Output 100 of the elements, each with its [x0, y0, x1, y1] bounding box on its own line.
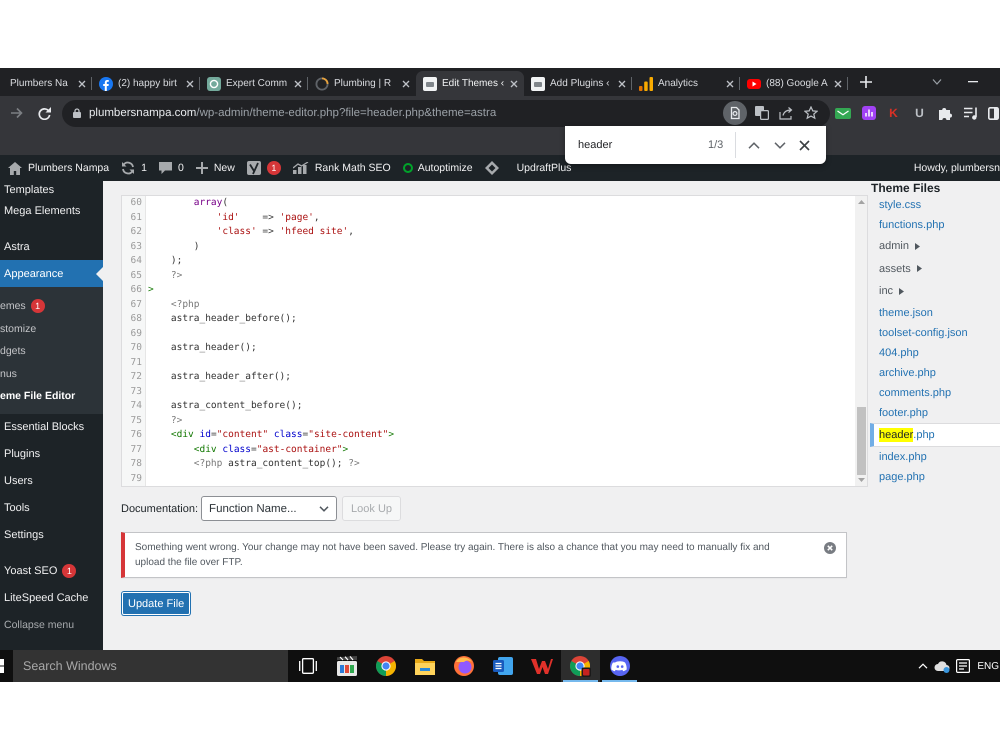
browser-tab[interactable]: Plumbers Na — [0, 71, 92, 96]
submenu-item[interactable]: stomize — [0, 318, 103, 340]
playlist-icon[interactable] — [964, 106, 978, 120]
scrollbar-track[interactable] — [855, 196, 867, 486]
chevron-up-icon[interactable] — [748, 142, 760, 148]
line-number: 61 — [122, 210, 146, 225]
code-line: <?php astra_content_top(); ?> — [194, 458, 360, 469]
logo-tile-icon[interactable] — [246, 161, 261, 175]
close-icon[interactable] — [510, 80, 518, 88]
share-icon[interactable] — [779, 106, 793, 120]
plugin-menu-link[interactable]: UpdraftPlus — [478, 155, 578, 181]
find-in-page-icon[interactable] — [723, 101, 747, 125]
file-link[interactable]: footer.php — [870, 402, 1000, 422]
scrollbar-thumb[interactable] — [856, 407, 866, 475]
search-field[interactable]: Search Windows — [13, 650, 288, 682]
close-icon[interactable] — [294, 80, 302, 88]
sidebar-menu-item[interactable]: LiteSpeed Cache — [0, 584, 103, 612]
side-panel-icon[interactable] — [988, 106, 999, 120]
line-number: 78 — [122, 457, 146, 472]
find-field[interactable]: header — [575, 135, 697, 155]
file-link[interactable]: archive.php — [870, 362, 1000, 382]
browser-icon — [570, 656, 591, 676]
chevron-down-icon[interactable] — [774, 142, 786, 148]
plus-icon[interactable] — [860, 76, 872, 88]
account-link[interactable]: Howdy, plumbersn — [908, 155, 1000, 181]
file-link[interactable]: toolset-config.json — [870, 322, 1000, 342]
submenu-item[interactable]: eme File Editor — [0, 385, 103, 408]
cloud-icon[interactable] — [934, 660, 950, 672]
file-link[interactable]: theme.json — [870, 302, 1000, 322]
sidebar-menu-item[interactable]: Appearance — [0, 260, 103, 287]
sidebar-menu-item[interactable]: Astra — [0, 233, 103, 260]
line-number: 62 — [122, 225, 146, 240]
comments-link[interactable]: 0 — [152, 155, 190, 181]
puzzle-icon[interactable] — [938, 106, 952, 120]
line-number: 76 — [122, 428, 146, 442]
forward-arrow-icon[interactable] — [11, 107, 23, 119]
close-icon[interactable] — [78, 80, 86, 88]
start-icon[interactable] — [0, 659, 4, 673]
site-name-link[interactable]: Plumbers Nampa — [2, 155, 116, 181]
function-select[interactable]: Function Name... — [201, 496, 338, 521]
chevron-down-icon — [319, 506, 330, 512]
browser-tab[interactable]: Plumbing | R — [308, 71, 416, 96]
envelope-icon[interactable] — [835, 106, 851, 120]
browser-tab[interactable]: Edit Themes ‹ — [416, 71, 524, 96]
folder-link[interactable]: assets — [870, 258, 1000, 280]
file-link[interactable]: page.php — [870, 466, 1000, 486]
plugin-menu-link[interactable]: Autoptimize — [396, 155, 479, 181]
close-icon[interactable] — [726, 80, 734, 88]
folder-link[interactable]: admin — [870, 235, 1000, 258]
close-icon[interactable] — [186, 80, 194, 88]
sidebar-menu-item[interactable]: Plugins — [0, 440, 103, 468]
updates-link[interactable]: 1 — [115, 155, 153, 181]
ring-logo-icon — [207, 76, 221, 90]
language-indicator[interactable]: ENG — [977, 660, 999, 672]
close-icon[interactable] — [402, 80, 410, 88]
sidebar-menu-item[interactable]: Settings — [0, 522, 103, 548]
submenu-item[interactable]: emes 1 — [0, 295, 103, 318]
browser-icon — [376, 656, 396, 676]
page-icon — [531, 76, 545, 90]
reload-icon[interactable] — [38, 106, 51, 120]
line-number: 65 — [122, 268, 146, 283]
file-link[interactable]: index.php — [870, 446, 1000, 466]
browser-tab[interactable]: Analytics — [632, 71, 740, 96]
chevron-down-icon[interactable] — [932, 79, 942, 85]
spinner-icon — [315, 76, 329, 90]
sidebar-menu-item[interactable]: Users — [0, 468, 103, 494]
close-icon[interactable] — [799, 140, 810, 150]
update-file-button[interactable]: Update File — [121, 591, 192, 616]
new-content-link[interactable]: New — [190, 155, 241, 181]
folder-link[interactable]: inc — [870, 280, 1000, 302]
browser-tab[interactable]: (88) Google A — [740, 71, 848, 96]
address-field[interactable]: plumbersnampa.com/wp-admin/theme-editor.php?file=header.php&theme=astra — [62, 100, 830, 126]
collapse-menu-link[interactable]: Collapse menu — [0, 612, 103, 638]
sidebar-menu-item[interactable]: Mega Elements — [0, 197, 103, 224]
chart-tile-icon[interactable] — [862, 106, 876, 120]
sidebar-menu-item[interactable]: Templates — [0, 181, 103, 197]
file-link[interactable]: functions.php — [870, 215, 1000, 235]
sidebar-menu-item[interactable]: Essential Blocks — [0, 414, 103, 440]
file-link[interactable]: style.css — [870, 195, 1000, 215]
status-ring-icon — [402, 163, 413, 173]
dismiss-icon[interactable] — [824, 542, 836, 554]
browser-tab[interactable]: (2) happy birt — [92, 71, 200, 96]
file-link[interactable]: comments.php — [870, 382, 1000, 402]
sidebar-menu-item[interactable]: Tools — [0, 494, 103, 522]
file-link[interactable]: 404.php — [870, 342, 1000, 362]
notification-icon[interactable] — [956, 659, 970, 673]
close-icon[interactable] — [834, 80, 842, 88]
submenu-item[interactable]: dgets — [0, 340, 103, 362]
document-app-icon — [492, 656, 512, 676]
taskbar-button[interactable] — [561, 650, 600, 682]
sidebar-menu-item[interactable]: Yoast SEO 1 — [0, 558, 103, 584]
star-icon[interactable] — [804, 106, 818, 120]
submenu-item[interactable]: nus — [0, 362, 103, 385]
browser-tab[interactable]: Add Plugins ‹ — [524, 71, 632, 96]
plugin-menu-link[interactable]: Rank Math SEO — [286, 155, 397, 181]
close-icon[interactable] — [618, 80, 626, 88]
letter-icon[interactable]: U — [915, 106, 924, 120]
browser-tab[interactable]: Expert Comm — [200, 71, 308, 96]
minimize-icon[interactable] — [968, 81, 978, 83]
two-squares-icon[interactable] — [755, 106, 769, 120]
